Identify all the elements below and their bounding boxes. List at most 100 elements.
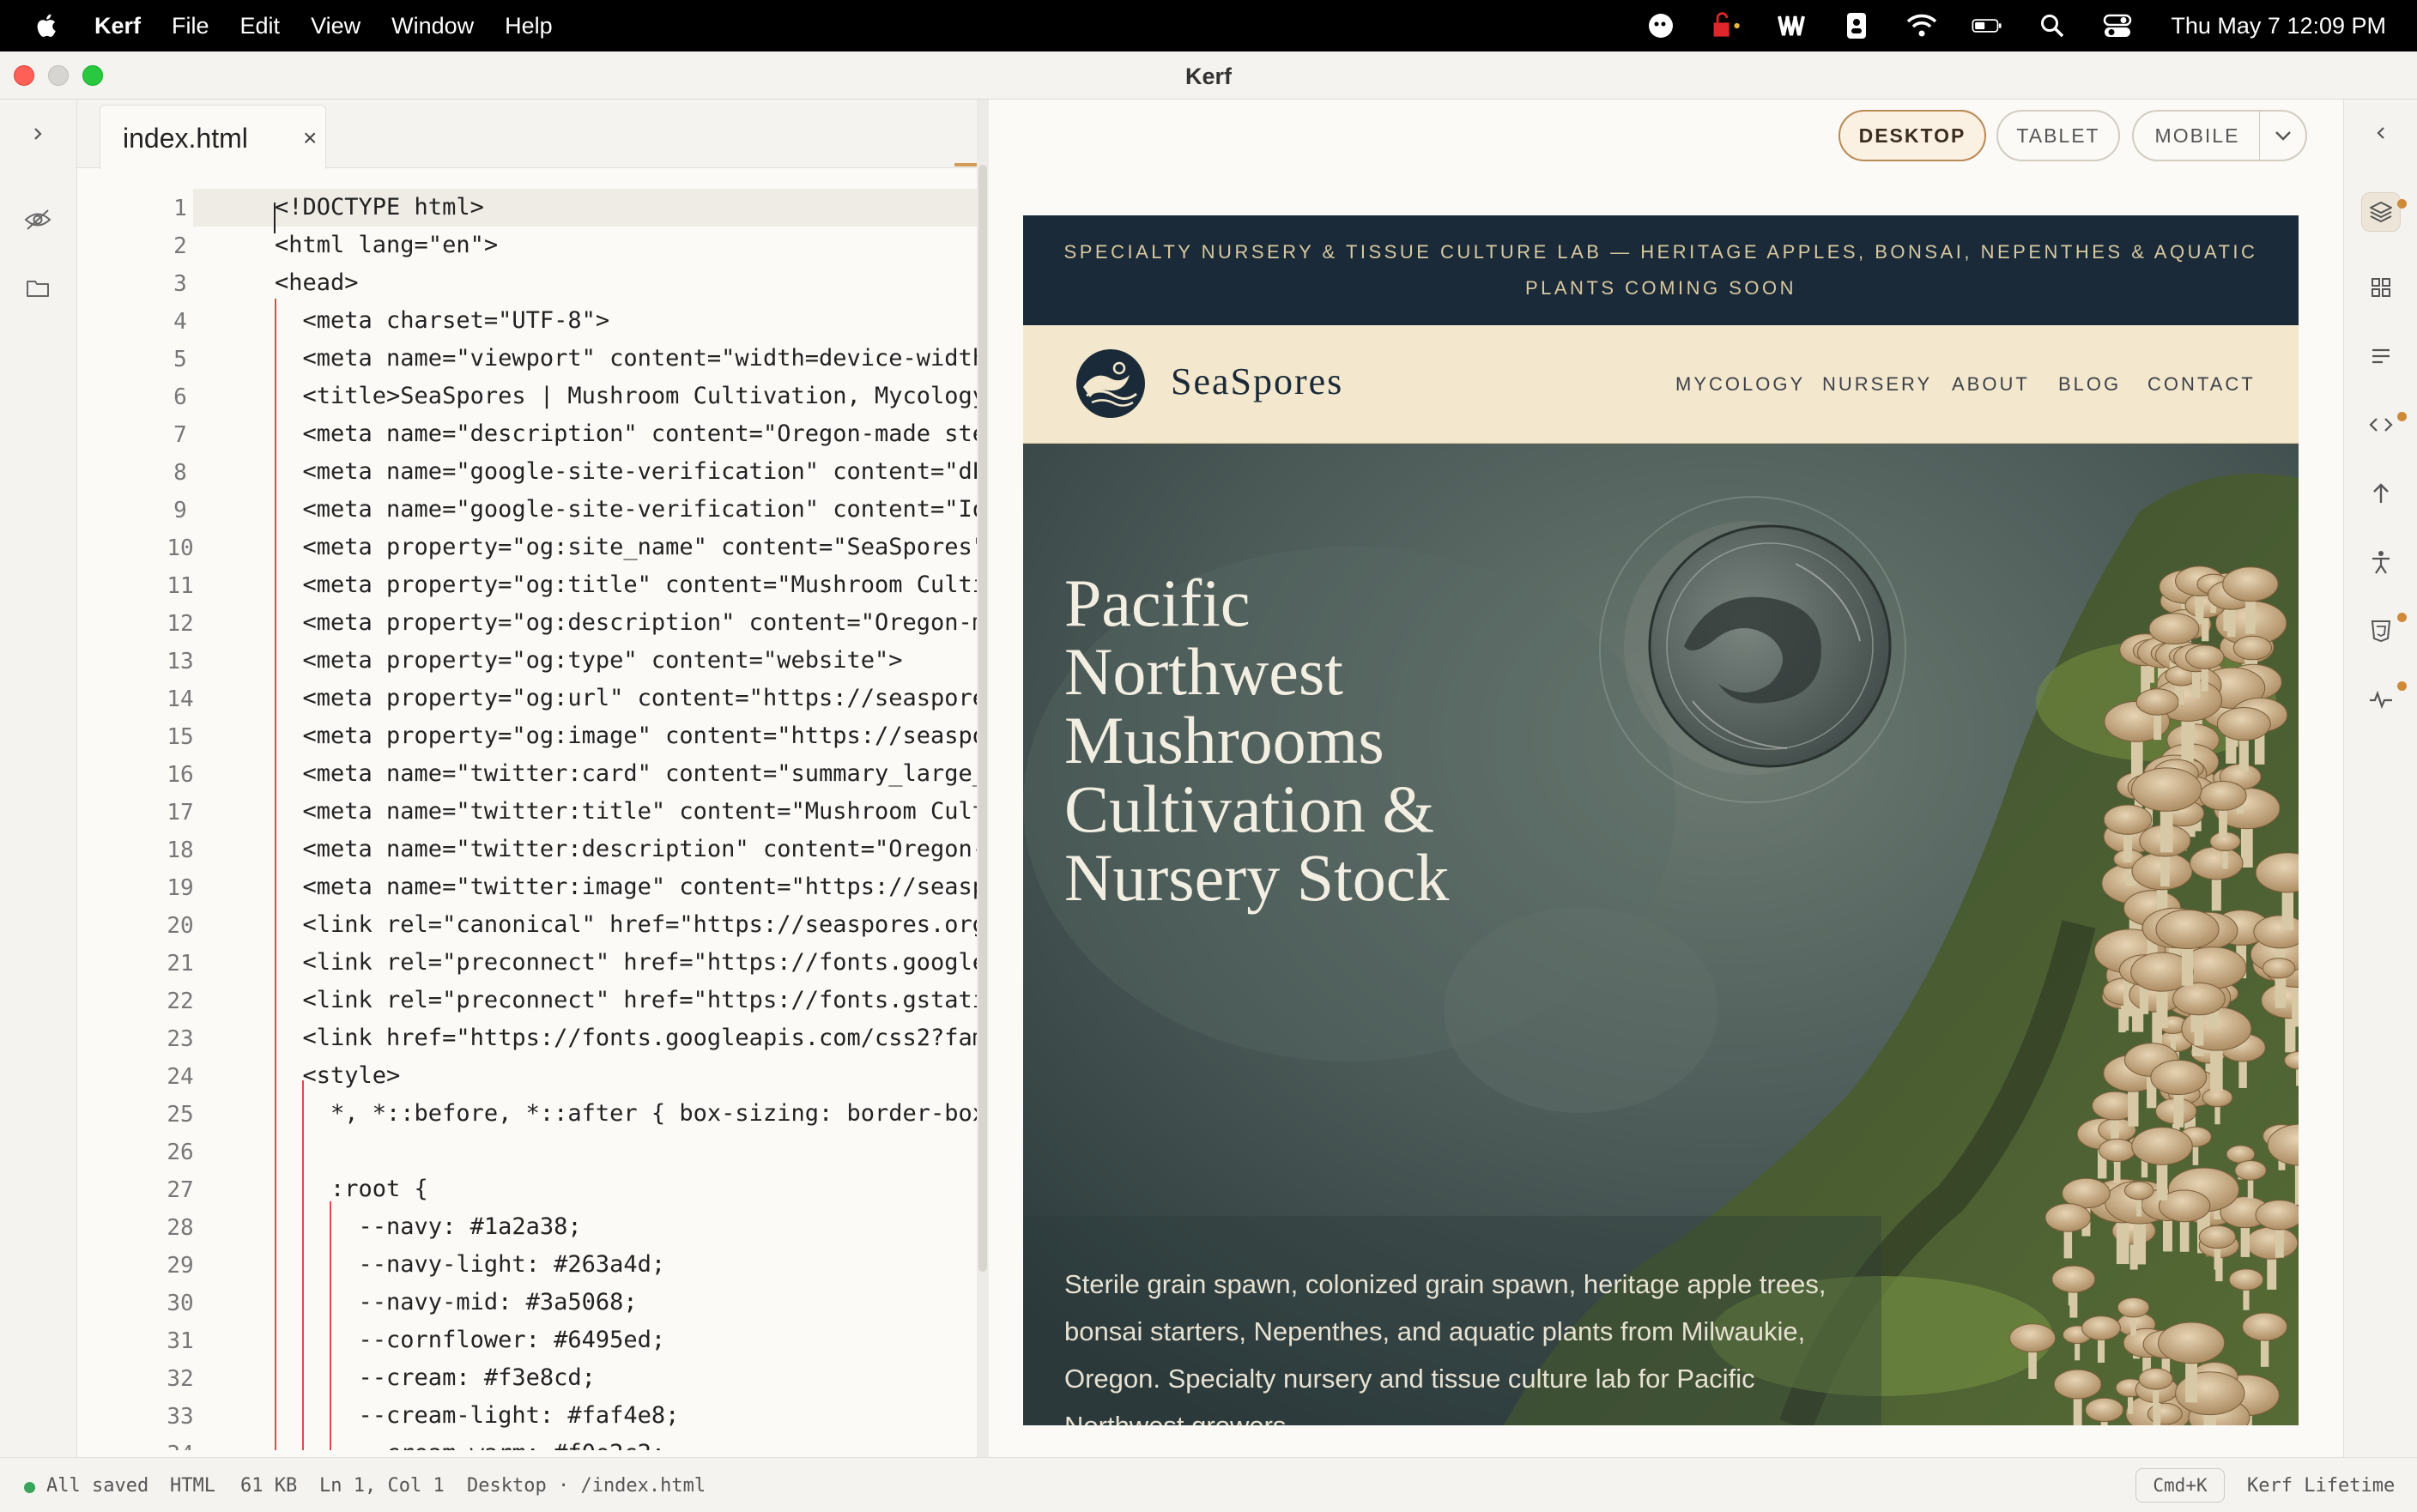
code-line[interactable]: 34 --cream-warm: #f0e2c2;	[77, 1435, 978, 1450]
code-line[interactable]: 24 <style>	[77, 1057, 978, 1095]
accessibility-icon[interactable]	[2361, 542, 2401, 582]
preview-pane: DESKTOP TABLET MOBILE SPECIALTY NURSERY …	[989, 100, 2343, 1457]
code-line[interactable]: 26	[77, 1133, 978, 1170]
code-line[interactable]: 9 <meta name="google-site-verification" …	[77, 491, 978, 529]
command-palette-shortcut[interactable]: Cmd+K	[2135, 1468, 2225, 1503]
line-text: <meta property="og:description" content=…	[302, 609, 979, 636]
tab-index-html[interactable]: index.html ×	[100, 105, 326, 169]
code-line[interactable]: 14 <meta property="og:url" content="http…	[77, 680, 978, 717]
code-line[interactable]: 7 <meta name="description" content="Oreg…	[77, 415, 978, 453]
mushroom-cap	[2226, 1145, 2256, 1164]
line-text: <meta property="og:image" content="https…	[302, 723, 979, 749]
code-line[interactable]: 4 <meta charset="UTF-8">	[77, 302, 978, 340]
device-desktop-button[interactable]: DESKTOP	[1838, 110, 1986, 161]
code-line[interactable]: 5 <meta name="viewport" content="width=d…	[77, 340, 978, 378]
device-tablet-button[interactable]: TABLET	[1996, 110, 2120, 161]
nav-mycology[interactable]: MYCOLOGY	[1675, 373, 1805, 396]
code-line[interactable]: 28 --navy: #1a2a38;	[77, 1208, 978, 1246]
code-line[interactable]: 12 <meta property="og:description" conte…	[77, 604, 978, 642]
mushroom-cap	[2131, 1127, 2193, 1165]
code-line[interactable]: 6 <title>SeaSpores | Mushroom Cultivatio…	[77, 378, 978, 415]
menu-view[interactable]: View	[311, 13, 360, 39]
code-line[interactable]: 32 --cream: #f3e8cd;	[77, 1359, 978, 1397]
code-line[interactable]: 17 <meta name="twitter:title" content="M…	[77, 793, 978, 831]
menu-window[interactable]: Window	[391, 13, 474, 39]
seaspores-logo-icon[interactable]	[1075, 348, 1147, 420]
expand-sidebar-chevron-icon[interactable]	[21, 117, 55, 151]
device-dropdown-button[interactable]	[2259, 110, 2307, 161]
code-line[interactable]: 18 <meta name="twitter:description" cont…	[77, 831, 978, 868]
saved-status: All saved	[46, 1475, 149, 1497]
battery-icon[interactable]	[1972, 10, 2002, 41]
language-mode[interactable]: HTML	[170, 1475, 215, 1497]
right-rail	[2343, 100, 2417, 1457]
nav-blog[interactable]: BLOG	[2058, 373, 2121, 396]
mushroom-cap	[2228, 1268, 2264, 1291]
code-line[interactable]: 1 <!DOCTYPE html>	[77, 189, 978, 227]
code-line[interactable]: 22 <link rel="preconnect" href="https://…	[77, 982, 978, 1019]
code-line[interactable]: 31 --cornflower: #6495ed;	[77, 1321, 978, 1359]
editor-scrollbar-thumb[interactable]	[978, 165, 987, 1272]
ghost-status-icon[interactable]	[1645, 10, 1676, 41]
code-icon[interactable]	[2361, 405, 2401, 445]
code-line[interactable]: 11 <meta property="og:title" content="Mu…	[77, 566, 978, 604]
id-card-icon[interactable]	[1841, 10, 1872, 41]
search-icon[interactable]	[2037, 10, 2068, 41]
mushroom-cap	[2232, 635, 2273, 661]
apple-icon[interactable]	[33, 11, 62, 40]
code-line[interactable]: 16 <meta name="twitter:card" content="su…	[77, 755, 978, 793]
html5-icon[interactable]	[2361, 611, 2401, 650]
code-line[interactable]: 2 <html lang="en">	[77, 227, 978, 264]
lock-status-icon[interactable]	[1711, 10, 1742, 41]
wifi-icon[interactable]	[1906, 10, 1937, 41]
code-line[interactable]: 19 <meta name="twitter:image" content="h…	[77, 868, 978, 906]
mushroom-cap	[2148, 613, 2200, 645]
close-tab-icon[interactable]: ×	[303, 124, 317, 152]
code-line[interactable]: 8 <meta name="google-site-verification" …	[77, 453, 978, 491]
list-icon[interactable]	[2361, 336, 2401, 376]
code-line[interactable]: 13 <meta property="og:type" content="web…	[77, 642, 978, 680]
nav-contact[interactable]: CONTACT	[2147, 373, 2256, 396]
menu-file[interactable]: File	[172, 13, 209, 39]
code-area[interactable]: 1 <!DOCTYPE html> 2 <html lang="en"> 3 <head>…	[77, 189, 978, 1450]
menu-app-name[interactable]: Kerf	[94, 13, 141, 39]
grid-icon[interactable]	[2361, 268, 2401, 307]
file-path: Desktop · /index.html	[467, 1475, 706, 1497]
activity-icon[interactable]	[2361, 680, 2401, 719]
cursor-position[interactable]: Ln 1, Col 1	[319, 1475, 445, 1497]
code-line[interactable]: 33 --cream-light: #faf4e8;	[77, 1397, 978, 1435]
editor-scrollbar[interactable]	[977, 100, 989, 1457]
site-brand[interactable]: SeaSpores	[1171, 360, 1343, 403]
hero-description: Sterile grain spawn, colonized grain spa…	[1064, 1269, 1826, 1425]
line-number: 8	[173, 460, 187, 486]
device-mobile-button[interactable]: MOBILE	[2132, 110, 2261, 161]
line-text: <link rel="canonical" href="https://seas…	[275, 911, 979, 938]
code-line[interactable]: 20 <link rel="canonical" href="https://s…	[77, 906, 978, 944]
code-line[interactable]: 30 --navy-mid: #3a5068;	[77, 1284, 978, 1321]
menu-help[interactable]: Help	[505, 13, 553, 39]
code-line[interactable]: 10 <meta property="og:site_name" content…	[77, 529, 978, 566]
code-line[interactable]: 23 <link href="https://fonts.googleapis.…	[77, 1019, 978, 1057]
line-text: <meta name="google-site-verification" co…	[302, 496, 979, 523]
control-center-icon[interactable]	[2102, 10, 2133, 41]
line-number: 4	[173, 309, 187, 335]
line-text: <meta name="twitter:card" content="summa…	[302, 760, 979, 787]
menu-clock[interactable]: Thu May 7 12:09 PM	[2171, 13, 2386, 39]
hide-preview-eye-icon[interactable]	[21, 203, 55, 237]
nav-nursery[interactable]: NURSERY	[1822, 373, 1932, 396]
layers-icon[interactable]	[2361, 192, 2401, 232]
kerf-tray-icon[interactable]	[1776, 10, 1807, 41]
code-line[interactable]: 15 <meta property="og:image" content="ht…	[77, 717, 978, 755]
collapse-panel-chevron-icon[interactable]	[2361, 113, 2401, 153]
upload-icon[interactable]	[2361, 474, 2401, 513]
code-line[interactable]: 25 *, *::before, *::after { box-sizing: …	[77, 1095, 978, 1133]
code-line[interactable]: 3 <head>	[77, 264, 978, 302]
nav-about[interactable]: ABOUT	[1952, 373, 2030, 396]
code-line[interactable]: 27 :root {	[77, 1170, 978, 1208]
mushroom-cap	[2198, 1225, 2237, 1249]
menu-edit[interactable]: Edit	[240, 13, 281, 39]
line-number: 26	[167, 1140, 194, 1165]
code-line[interactable]: 29 --navy-light: #263a4d;	[77, 1246, 978, 1284]
folder-icon[interactable]	[21, 271, 55, 305]
code-line[interactable]: 21 <link rel="preconnect" href="https://…	[77, 944, 978, 982]
